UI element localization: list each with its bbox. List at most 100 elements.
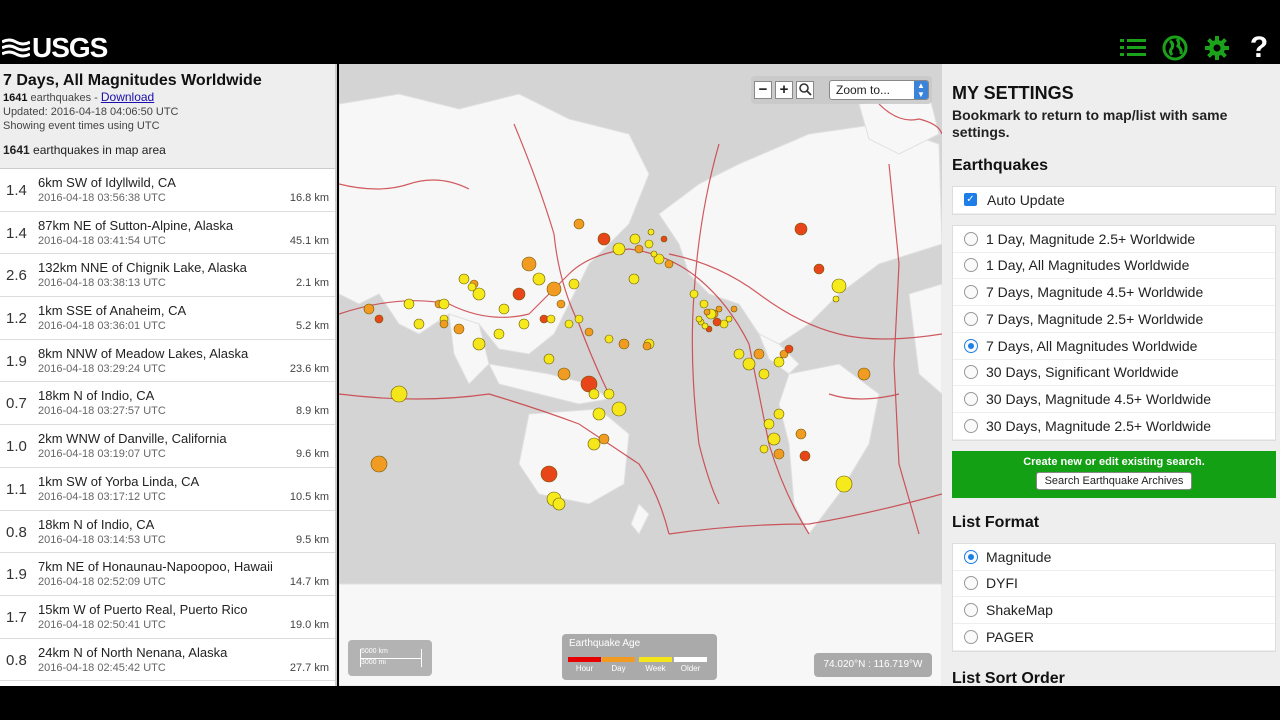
earthquake-marker[interactable] — [699, 299, 709, 309]
earthquake-marker[interactable] — [611, 401, 627, 417]
feed-option[interactable]: 30 Days, Significant Worldwide — [953, 360, 1275, 387]
earthquake-row[interactable]: 1.7 15km W of Puerto Real, Puerto Rico 201… — [0, 596, 335, 639]
format-option[interactable]: DYFI — [953, 571, 1275, 598]
earthquake-marker[interactable] — [604, 334, 614, 344]
earthquake-marker[interactable] — [438, 298, 450, 310]
feed-option[interactable]: 7 Days, Magnitude 4.5+ Worldwide — [953, 279, 1275, 306]
earthquake-marker[interactable] — [832, 295, 840, 303]
feed-radio[interactable] — [964, 231, 978, 246]
earthquake-marker[interactable] — [439, 319, 449, 329]
earthquake-marker[interactable] — [588, 388, 600, 400]
earthquake-marker[interactable] — [715, 305, 723, 313]
earthquake-row[interactable]: 1.9 8km NNW of Meadow Lakes, Alaska 2016-0… — [0, 340, 335, 383]
zoom-to-select[interactable]: Zoom to... ▲ ▼ — [829, 80, 929, 100]
map-view[interactable]: − + Zoom to... ▲ ▼ 5000 km 3000 mi Earthq… — [339, 64, 942, 686]
earthquake-marker[interactable] — [374, 314, 384, 324]
format-radio[interactable] — [964, 576, 978, 591]
earthquake-marker[interactable] — [587, 437, 601, 451]
earthquake-marker[interactable] — [493, 328, 505, 340]
feed-option[interactable]: 30 Days, Magnitude 2.5+ Worldwide — [953, 413, 1275, 440]
earthquake-marker[interactable] — [730, 305, 738, 313]
world-map[interactable] — [339, 64, 942, 686]
earthquake-row[interactable]: 2.6 132km NNE of Chignik Lake, Alaska 2016… — [0, 254, 335, 298]
feed-radio[interactable] — [964, 338, 978, 353]
earthquake-marker[interactable] — [363, 303, 375, 315]
earthquake-marker[interactable] — [532, 272, 546, 286]
earthquake-row[interactable]: 1.2 1km SSE of Anaheim, CA 2016-04-18 03:3… — [0, 297, 335, 340]
format-option[interactable]: ShakeMap — [953, 597, 1275, 624]
earthquake-marker[interactable] — [701, 322, 709, 330]
earthquake-marker[interactable] — [467, 282, 477, 292]
search-archives-button[interactable]: Search Earthquake Archives — [1035, 471, 1193, 490]
earthquake-marker[interactable] — [689, 289, 699, 299]
earthquake-marker[interactable] — [758, 368, 770, 380]
earthquake-marker[interactable] — [857, 367, 871, 381]
earthquake-marker[interactable] — [767, 432, 781, 446]
earthquake-marker[interactable] — [773, 408, 785, 420]
earthquake-marker[interactable] — [557, 367, 571, 381]
earthquake-marker[interactable] — [644, 239, 654, 249]
earthquake-marker[interactable] — [712, 317, 722, 327]
earthquake-marker[interactable] — [612, 242, 626, 256]
feed-radio[interactable] — [964, 418, 978, 433]
earthquake-marker[interactable] — [512, 287, 526, 301]
earthquake-marker[interactable] — [628, 273, 640, 285]
earthquake-marker[interactable] — [647, 228, 655, 236]
earthquake-marker[interactable] — [660, 235, 668, 243]
earthquake-marker[interactable] — [618, 338, 630, 350]
feed-radio[interactable] — [964, 392, 978, 407]
earthquake-marker[interactable] — [574, 314, 584, 324]
feed-option[interactable]: 1 Day, Magnitude 2.5+ Worldwide — [953, 226, 1275, 253]
earthquake-marker[interactable] — [695, 315, 703, 323]
earthquake-marker[interactable] — [703, 308, 711, 316]
earthquake-marker[interactable] — [556, 299, 566, 309]
list-icon[interactable] — [1118, 33, 1148, 63]
earthquake-marker[interactable] — [564, 319, 574, 329]
earthquake-row[interactable]: 1.1 1km SW of Yorba Linda, CA 2016-04-18 0… — [0, 468, 335, 511]
earthquake-marker[interactable] — [390, 385, 408, 403]
earthquake-marker[interactable] — [773, 356, 785, 368]
globe-icon[interactable] — [1160, 33, 1190, 63]
earthquake-marker[interactable] — [831, 278, 847, 294]
earthquake-marker[interactable] — [733, 348, 745, 360]
earthquake-marker[interactable] — [634, 244, 644, 254]
earthquake-row[interactable]: 1.0 2km WNW of Danville, California 2016-0… — [0, 425, 335, 468]
earthquake-marker[interactable] — [472, 337, 486, 351]
earthquake-marker[interactable] — [794, 222, 808, 236]
gear-icon[interactable] — [1202, 33, 1232, 63]
earthquake-marker[interactable] — [742, 357, 756, 371]
format-radio[interactable] — [964, 549, 978, 564]
earthquake-marker[interactable] — [835, 475, 853, 493]
magnify-icon[interactable] — [796, 81, 814, 99]
earthquake-marker[interactable] — [552, 497, 566, 511]
format-option[interactable]: Magnitude — [953, 544, 1275, 571]
earthquake-marker[interactable] — [546, 281, 562, 297]
feed-option[interactable]: 7 Days, All Magnitudes Worldwide — [953, 333, 1275, 360]
format-radio[interactable] — [964, 629, 978, 644]
earthquake-marker[interactable] — [584, 327, 594, 337]
earthquake-marker[interactable] — [773, 448, 785, 460]
earthquake-row[interactable]: 1.4 87km NE of Sutton-Alpine, Alaska 2016-… — [0, 212, 335, 255]
earthquake-marker[interactable] — [403, 298, 415, 310]
earthquake-marker[interactable] — [498, 303, 510, 315]
earthquake-marker[interactable] — [664, 259, 674, 269]
format-option[interactable]: PAGER — [953, 624, 1275, 651]
earthquake-marker[interactable] — [597, 232, 611, 246]
earthquake-row[interactable]: 0.7 18km N of Indio, CA 2016-04-18 03:27:5… — [0, 382, 335, 426]
feed-radio[interactable] — [964, 365, 978, 380]
earthquake-marker[interactable] — [413, 318, 425, 330]
earthquake-marker[interactable] — [546, 314, 556, 324]
earthquake-marker[interactable] — [753, 348, 765, 360]
earthquake-row[interactable]: 0.8 24km N of North Nenana, Alaska 2016-04… — [0, 639, 335, 682]
usgs-logo[interactable]: USGS — [0, 32, 108, 64]
feed-option[interactable]: 30 Days, Magnitude 4.5+ Worldwide — [953, 386, 1275, 413]
feed-option[interactable]: 1 Day, All Magnitudes Worldwide — [953, 253, 1275, 280]
feed-radio[interactable] — [964, 258, 978, 273]
feed-option[interactable]: 7 Days, Magnitude 2.5+ Worldwide — [953, 306, 1275, 333]
download-link[interactable]: Download — [101, 90, 154, 104]
earthquake-marker[interactable] — [603, 388, 615, 400]
earthquake-marker[interactable] — [784, 344, 794, 354]
auto-update-option[interactable]: ✓ Auto Update — [953, 187, 1275, 214]
earthquake-marker[interactable] — [592, 407, 606, 421]
earthquake-marker[interactable] — [458, 273, 470, 285]
